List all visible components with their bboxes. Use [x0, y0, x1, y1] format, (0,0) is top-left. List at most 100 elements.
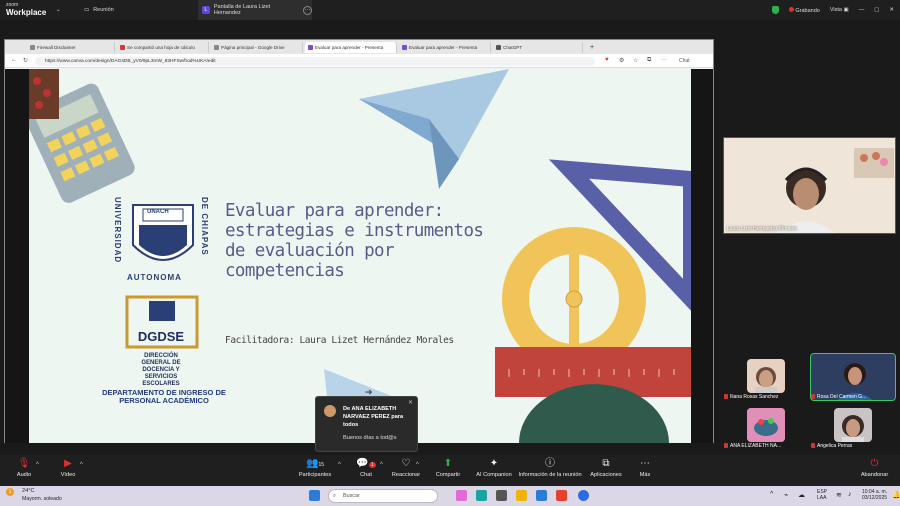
record-dot-icon	[788, 6, 794, 12]
tab-screen-share-label: Pantalla de Laura Lizet Hernandez	[213, 4, 271, 16]
clock[interactable]: 10:04 a. m. 03/12/2025	[862, 489, 887, 501]
favorites-icon[interactable]: ☆	[633, 57, 638, 64]
chevron-up-icon[interactable]: ^	[80, 462, 83, 468]
menu-icon[interactable]: ···	[661, 57, 667, 63]
abacus-illustration	[29, 69, 59, 119]
zoom-logo: zoom Workplace	[6, 2, 46, 17]
taskview-icon[interactable]	[496, 490, 507, 501]
browser-tab-canva-2[interactable]: Evaluar para aprender - Presenta	[399, 42, 491, 53]
chatgpt-icon	[496, 45, 501, 50]
browser-tab-bar: Firewall Disclaimer Se compartió una hoj…	[5, 40, 713, 54]
heart-icon[interactable]: ♥	[605, 57, 609, 63]
chat-notification-message: Buenos días a tod@s	[343, 435, 397, 441]
maximize-icon[interactable]: ▢	[874, 7, 879, 13]
url-field[interactable]: https://www.canva.com/design/DAG4DB_yV0/…	[35, 57, 595, 66]
more-button[interactable]: ⋯ Más	[615, 458, 675, 478]
participant-thumb[interactable]	[747, 408, 785, 442]
new-tab-button[interactable]: +	[587, 42, 599, 53]
participant-label: Angelica Perras	[811, 443, 852, 449]
active-speaker-video[interactable]: Laura Lizet Hernandez Morales	[723, 137, 896, 234]
date-label: 03/12/2025	[862, 495, 888, 501]
more-icon[interactable]: ···	[303, 5, 312, 15]
share-badge: L	[202, 6, 210, 14]
search-icon: ⌕	[333, 493, 337, 499]
close-icon[interactable]: ✕	[889, 7, 894, 13]
participant-label: Iliana Rosas Sanchez	[724, 394, 778, 400]
browser-tab-label: Evaluar para aprender - Presenta	[409, 45, 478, 50]
participant-thumb[interactable]	[747, 359, 785, 393]
browser-tab-canva-1[interactable]: Evaluar para aprender - Presenta	[305, 42, 397, 53]
chrome-icon[interactable]	[556, 490, 567, 501]
reload-icon[interactable]: ↻	[23, 57, 28, 64]
slide-canvas: ➔ UNACH UNIVERSIDAD DE CHIAPAS AUTONOMA …	[29, 69, 691, 443]
leave-button[interactable]: ⏻ Abandonar	[847, 458, 900, 478]
participant-avatar-image	[747, 408, 785, 442]
new-tab-label: +	[590, 44, 595, 51]
tab-meeting-label: Reunión	[93, 7, 114, 13]
view-button[interactable]: Vista ▣	[830, 7, 849, 13]
browser-address-bar: ← ↻ https://www.canva.com/design/DAG4DB_…	[5, 54, 713, 68]
canva-icon	[402, 45, 407, 50]
zoom-title-bar: zoom Workplace ⌄ ▭ Reunión L Pantalla de…	[0, 0, 900, 20]
audio-label: Audio	[16, 472, 32, 478]
edge-icon[interactable]	[476, 490, 487, 501]
tab-screen-share[interactable]: L Pantalla de Laura Lizet Hernandez ···	[198, 0, 312, 20]
unach-seal-text: UNACH	[147, 209, 169, 215]
slide-viewport: ➔ UNACH UNIVERSIDAD DE CHIAPAS AUTONOMA …	[5, 69, 713, 443]
copilot-icon[interactable]	[456, 490, 467, 501]
chevron-down-icon[interactable]: ⌄	[56, 0, 61, 20]
security-shield-icon[interactable]	[771, 6, 779, 14]
shared-browser-window: Firewall Disclaimer Se compartió una hoj…	[4, 39, 714, 443]
notification-badge: 1	[6, 488, 14, 496]
canva-icon	[308, 45, 313, 50]
participants-label: Participantes	[298, 472, 332, 478]
search-box[interactable]: ⌕ Buscar	[328, 489, 438, 503]
browser-tab-drive[interactable]: Página principal - Google Drive	[211, 42, 303, 53]
recording-label: Grabando	[795, 7, 820, 14]
participant-video	[755, 367, 777, 393]
calculator-icon[interactable]	[536, 490, 547, 501]
browser-tab-sheet[interactable]: Se compartió una hoja de cálculo	[117, 42, 209, 53]
participant-name: ANA ELIZABETH NA...	[730, 443, 782, 449]
cloud-icon[interactable]: ☁	[798, 491, 805, 499]
file-explorer-icon[interactable]	[516, 490, 527, 501]
mic-muted-icon	[724, 394, 728, 400]
tab-meeting[interactable]: ▭ Reunión	[84, 0, 194, 20]
mic-muted-icon	[811, 443, 815, 449]
collections-icon[interactable]: ⧉	[647, 57, 651, 64]
unach-text-bottom: AUTONOMA	[127, 273, 182, 282]
wifi-icon[interactable]: ≋	[836, 491, 842, 499]
share-label: Compartir	[435, 472, 461, 478]
participant-thumb[interactable]	[834, 408, 872, 442]
lang-sub-label: LAA	[817, 495, 827, 501]
copilot-chat-button[interactable]: Chat	[679, 58, 690, 64]
unach-text-right: DE CHIAPAS	[200, 197, 209, 256]
browser-tab-label: Evaluar para aprender - Presenta	[315, 45, 384, 50]
network-icon[interactable]: ⌁	[784, 491, 788, 499]
speaker-name: Laura Lizet Hernandez Morales	[727, 226, 797, 232]
bell-icon[interactable]: 🔔	[892, 491, 900, 499]
back-icon[interactable]: ←	[11, 57, 17, 63]
close-icon[interactable]: ✕	[408, 399, 413, 406]
start-icon[interactable]	[309, 490, 320, 501]
participant-name: Iliana Rosas Sanchez	[730, 394, 779, 400]
extension-icon[interactable]: ⚙	[619, 57, 624, 64]
video-off-icon: ▶	[64, 458, 72, 469]
minimize-icon[interactable]: —	[859, 7, 865, 13]
browser-tab-firewall[interactable]: Firewall Disclaimer	[27, 42, 115, 53]
leave-icon: ⏻	[870, 458, 879, 469]
chevron-up-icon[interactable]: ^	[770, 491, 773, 498]
video-button[interactable]: ▶ Vídeo	[38, 458, 98, 478]
recording-indicator[interactable]: Grabando	[788, 6, 820, 14]
more-label: Más	[639, 472, 651, 478]
dgdse-logo-text: DGDSE	[137, 329, 185, 344]
language-indicator[interactable]: ESP LAA	[817, 489, 827, 501]
browser-tab-chatgpt[interactable]: ChatGPT	[493, 42, 583, 53]
zoom-app-icon[interactable]	[578, 490, 589, 501]
chat-notification-sender: De ANA ELIZABETH NARVAEZ PEREZ para todo…	[343, 406, 404, 428]
participant-label: ANA ELIZABETH NA...	[724, 443, 781, 449]
url-text: https://www.canva.com/design/DAG4DB_yV0/…	[45, 59, 216, 64]
mic-muted-icon	[724, 443, 728, 449]
chat-notification[interactable]: De ANA ELIZABETH NARVAEZ PEREZ para todo…	[315, 396, 418, 452]
volume-icon[interactable]: ♪	[848, 491, 852, 498]
